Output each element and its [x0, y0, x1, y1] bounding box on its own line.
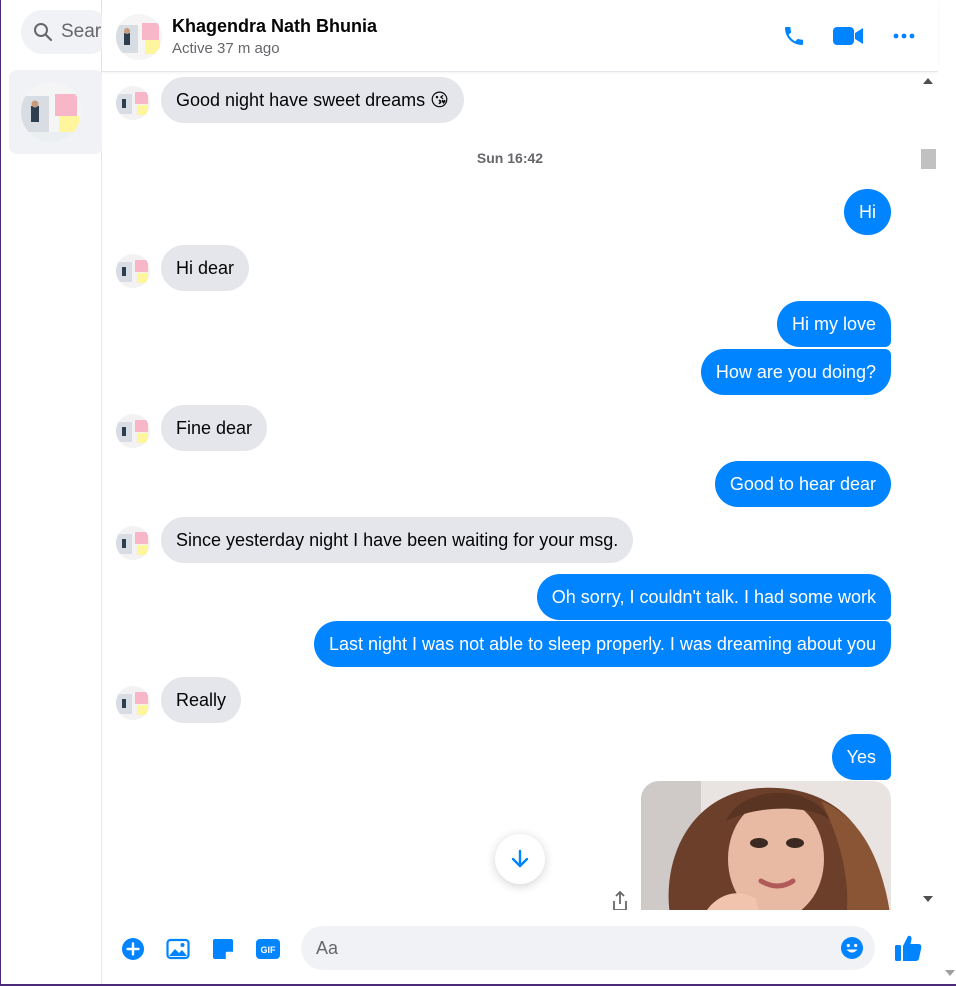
sender-avatar: [116, 686, 150, 720]
outgoing-message[interactable]: Hi: [844, 189, 891, 235]
more-options-button[interactable]: [886, 18, 922, 54]
gif-label: GIF: [261, 945, 277, 955]
incoming-message[interactable]: Since yesterday night I have been waitin…: [161, 517, 634, 563]
outgoing-message[interactable]: Good to hear dear: [714, 461, 891, 507]
share-icon[interactable]: [610, 890, 630, 910]
outgoing-message[interactable]: How are you doing?: [700, 349, 891, 395]
scroll-down-arrow[interactable]: [923, 896, 933, 902]
thumbs-up-icon[interactable]: [892, 932, 924, 964]
gif-button[interactable]: GIF: [255, 936, 281, 962]
plus-icon: [122, 938, 144, 960]
outgoing-message[interactable]: Yes: [831, 734, 891, 780]
chat-header: Khagendra Nath Bhunia Active 37 m ago: [102, 0, 938, 72]
message-list[interactable]: Good night have sweet dreams 😘 Sun 16:42…: [102, 72, 918, 910]
contact-avatar[interactable]: [116, 14, 162, 60]
arrow-down-icon: [511, 849, 529, 868]
incoming-message[interactable]: Really: [161, 677, 242, 723]
search-box[interactable]: Search Messenger: [21, 10, 111, 54]
message-composer: GIF: [102, 910, 938, 984]
phone-icon: [785, 27, 803, 45]
incoming-message[interactable]: Hi dear: [161, 245, 250, 291]
sender-avatar: [116, 414, 150, 448]
more-icon: [893, 33, 915, 39]
incoming-message[interactable]: Good night have sweet dreams 😘: [161, 77, 464, 123]
scroll-up-arrow[interactable]: [923, 78, 933, 84]
scroll-thumb[interactable]: [921, 149, 936, 169]
sticker-button[interactable]: [210, 936, 236, 962]
sender-avatar: [116, 254, 150, 288]
conversation-list-item[interactable]: [9, 70, 103, 154]
message-timestamp: Sun 16:42: [476, 150, 544, 166]
contact-name[interactable]: Khagendra Nath Bhunia: [172, 16, 377, 37]
more-actions-button[interactable]: [120, 936, 146, 962]
message-input[interactable]: [301, 926, 875, 970]
sticker-icon: [213, 939, 233, 959]
incoming-message[interactable]: Fine dear: [161, 405, 268, 451]
sender-avatar: [116, 526, 150, 560]
scroll-to-bottom-button[interactable]: [495, 834, 545, 884]
gif-icon: GIF: [256, 939, 280, 959]
audio-call-button[interactable]: [776, 18, 812, 54]
attach-image-button[interactable]: [165, 936, 191, 962]
outgoing-message[interactable]: Hi my love: [776, 301, 891, 347]
outgoing-message[interactable]: Oh sorry, I couldn't talk. I had some wo…: [536, 574, 891, 620]
avatar: [21, 82, 81, 142]
outgoing-message[interactable]: Last night I was not able to sleep prope…: [314, 621, 891, 667]
page-scroll-down-arrow[interactable]: [945, 970, 955, 976]
active-status: Active 37 m ago: [172, 40, 280, 57]
message-scrollbar[interactable]: [918, 72, 938, 984]
sender-avatar: [116, 86, 150, 120]
image-icon: [166, 938, 190, 960]
video-icon: [833, 27, 863, 45]
search-icon: [34, 23, 53, 42]
photo-attachment[interactable]: [641, 781, 891, 910]
video-call-button[interactable]: [830, 18, 866, 54]
sidebar: Search Messenger: [1, 0, 111, 984]
emoji-icon[interactable]: [840, 936, 864, 960]
